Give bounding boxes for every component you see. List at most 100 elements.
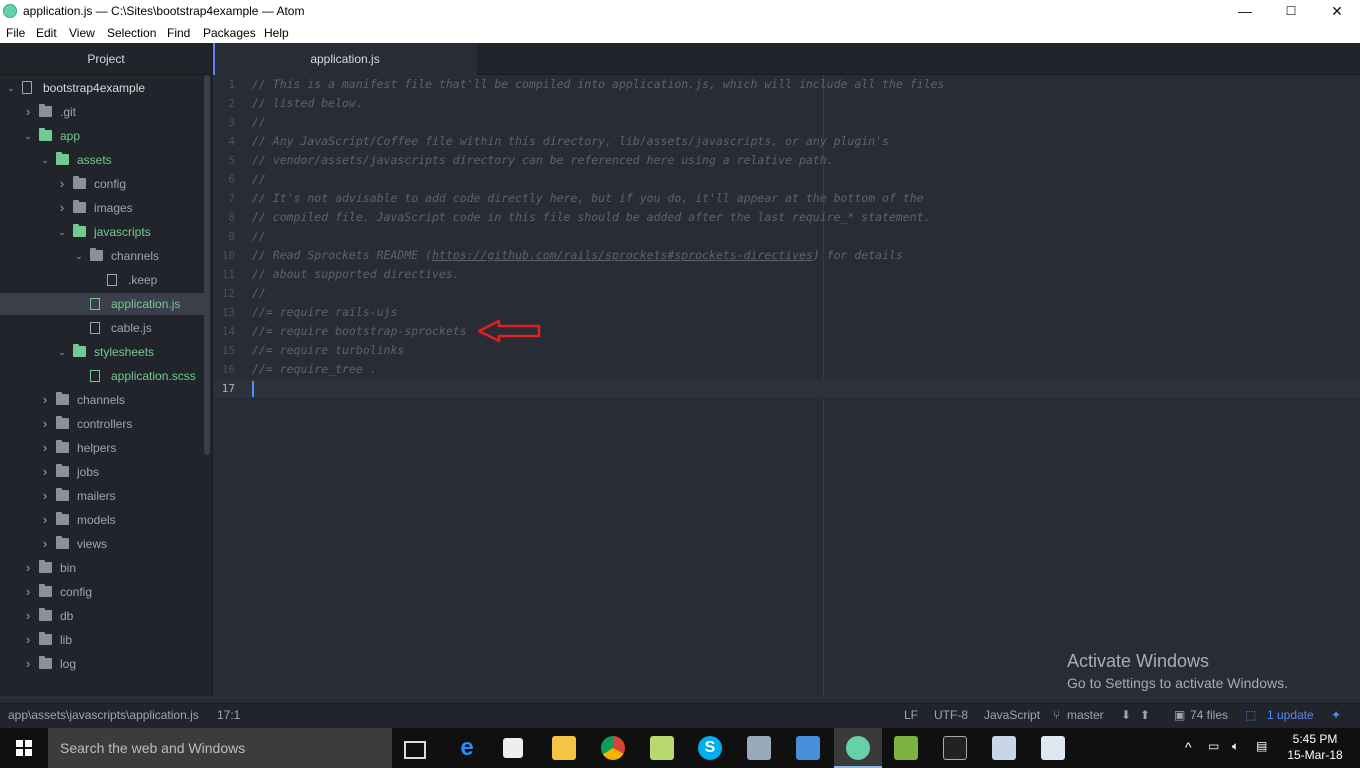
tree-item-label: helpers (77, 441, 117, 455)
tab-application-js[interactable]: application.js (213, 43, 477, 75)
tree-item[interactable]: › lib (0, 629, 204, 651)
tree-item[interactable]: ⌄ assets (0, 149, 204, 171)
tree-item[interactable]: › log (0, 653, 204, 675)
code-editor[interactable]: 1 // This is a manifest file that'll be c… (213, 75, 1360, 696)
line-number: 16 (221, 363, 235, 376)
image-viewer-icon[interactable] (992, 736, 1016, 760)
chevron-down-icon[interactable]: ⌄ (57, 221, 67, 243)
chevron-down-icon[interactable]: ⌄ (40, 149, 50, 171)
status-file-path[interactable]: app\assets\javascripts\application.js (8, 708, 199, 722)
file-explorer-icon[interactable] (552, 736, 576, 760)
network-icon[interactable]: ▭ (1208, 739, 1219, 753)
code-line: // Any JavaScript/Coffee file within thi… (252, 134, 889, 148)
chart-app-icon[interactable] (894, 736, 918, 760)
keyboard-icon[interactable]: ▤ (1256, 739, 1267, 753)
status-encoding[interactable]: UTF-8 (934, 708, 968, 722)
menu-view[interactable]: View (69, 26, 95, 40)
tree-scrollbar[interactable] (204, 75, 210, 455)
tree-item[interactable]: › jobs (0, 461, 204, 483)
tree-item-label: channels (111, 249, 160, 263)
tree-item[interactable]: › controllers (0, 413, 204, 435)
status-git-branch[interactable]: master (1067, 708, 1104, 722)
tree-item[interactable]: › models (0, 509, 204, 531)
chevron-down-icon[interactable]: ⌄ (23, 125, 33, 147)
minimize-button[interactable]: — (1222, 0, 1268, 22)
tree-item[interactable]: application.scss (0, 365, 204, 387)
chevron-right-icon[interactable]: › (23, 557, 33, 579)
chevron-right-icon[interactable]: › (40, 461, 50, 483)
status-line-ending[interactable]: LF (904, 708, 918, 722)
menu-selection[interactable]: Selection (107, 26, 156, 40)
chevron-right-icon[interactable]: › (23, 653, 33, 675)
tree-item[interactable]: ⌄ bootstrap4example (0, 77, 204, 99)
terminal-icon[interactable] (943, 736, 967, 760)
chevron-right-icon[interactable]: › (40, 485, 50, 507)
clock-time[interactable]: 5:45 PM (1290, 732, 1340, 746)
start-button[interactable] (0, 728, 48, 768)
github-icon[interactable]: ✦ (1331, 708, 1341, 722)
tree-item[interactable]: › config (0, 173, 204, 195)
menu-find[interactable]: Find (167, 26, 190, 40)
status-update[interactable]: 1 update (1267, 708, 1314, 722)
chevron-right-icon[interactable]: › (40, 413, 50, 435)
tree-item[interactable]: › .git (0, 101, 204, 123)
tree-item[interactable]: › db (0, 605, 204, 627)
tree-item[interactable]: ⌄ channels (0, 245, 204, 267)
tree-item[interactable]: › helpers (0, 437, 204, 459)
chevron-down-icon[interactable]: ⌄ (57, 341, 67, 363)
chevron-right-icon[interactable]: › (57, 197, 67, 219)
task-view-icon[interactable] (404, 741, 426, 759)
remote-desktop-icon[interactable] (796, 736, 820, 760)
close-button[interactable]: ✕ (1314, 0, 1360, 22)
menu-help[interactable]: Help (264, 26, 289, 40)
store-icon[interactable] (503, 738, 523, 758)
tree-item[interactable]: › images (0, 197, 204, 219)
status-cursor-position[interactable]: 17:1 (217, 708, 240, 722)
maximize-button[interactable]: ☐ (1268, 0, 1314, 22)
tree-item[interactable]: › views (0, 533, 204, 555)
chevron-down-icon[interactable]: ⌄ (6, 77, 16, 99)
tree-item[interactable]: › config (0, 581, 204, 603)
atom-taskbar-icon[interactable] (846, 736, 870, 760)
folder-app-icon[interactable] (650, 736, 674, 760)
git-push-icon[interactable]: ⬆ (1140, 708, 1150, 722)
clock-date[interactable]: 15-Mar-18 (1287, 748, 1343, 762)
tree-item[interactable]: ⌄ javascripts (0, 221, 204, 243)
tree-item[interactable]: ⌄ app (0, 125, 204, 147)
chevron-right-icon[interactable]: › (23, 581, 33, 603)
tree-item[interactable]: › mailers (0, 485, 204, 507)
chevron-right-icon[interactable]: › (40, 533, 50, 555)
volume-icon[interactable]: 🔈︎ (1232, 739, 1239, 754)
tree-item-label: jobs (77, 465, 100, 479)
notepad-icon[interactable] (747, 736, 771, 760)
status-grammar[interactable]: JavaScript (984, 708, 1040, 722)
chevron-right-icon[interactable]: › (40, 509, 50, 531)
menu-packages[interactable]: Packages (203, 26, 256, 40)
skype-icon[interactable]: S (698, 736, 722, 760)
tree-item[interactable]: › channels (0, 389, 204, 411)
menu-file[interactable]: File (6, 26, 25, 40)
tree-view-header[interactable]: Project (0, 43, 212, 75)
activate-windows-subtitle: Go to Settings to activate Windows. (1067, 675, 1288, 691)
chevron-right-icon[interactable]: › (23, 605, 33, 627)
status-file-count[interactable]: 74 files (1190, 708, 1228, 722)
chevron-right-icon[interactable]: › (40, 389, 50, 411)
tree-item[interactable]: ⌄ stylesheets (0, 341, 204, 363)
tray-chevron-icon[interactable]: ^ (1185, 739, 1192, 755)
tree-item[interactable]: .keep (0, 269, 204, 291)
chevron-right-icon[interactable]: › (40, 437, 50, 459)
chevron-right-icon[interactable]: › (23, 629, 33, 651)
tree-item[interactable]: › bin (0, 557, 204, 579)
tree-item[interactable]: application.js (0, 293, 204, 315)
sprockets-readme-link[interactable]: https://github.com/rails/sprockets#sproc… (432, 248, 813, 262)
chrome-icon[interactable] (601, 736, 625, 760)
chevron-right-icon[interactable]: › (57, 173, 67, 195)
menu-edit[interactable]: Edit (36, 26, 57, 40)
document-icon[interactable] (1041, 736, 1065, 760)
taskbar-search-box[interactable]: Search the web and Windows (48, 728, 392, 768)
chevron-down-icon[interactable]: ⌄ (74, 245, 84, 267)
git-fetch-icon[interactable]: ⬇ (1121, 708, 1131, 722)
tree-item[interactable]: cable.js (0, 317, 204, 339)
chevron-right-icon[interactable]: › (23, 101, 33, 123)
edge-browser-icon[interactable]: e (455, 736, 479, 760)
